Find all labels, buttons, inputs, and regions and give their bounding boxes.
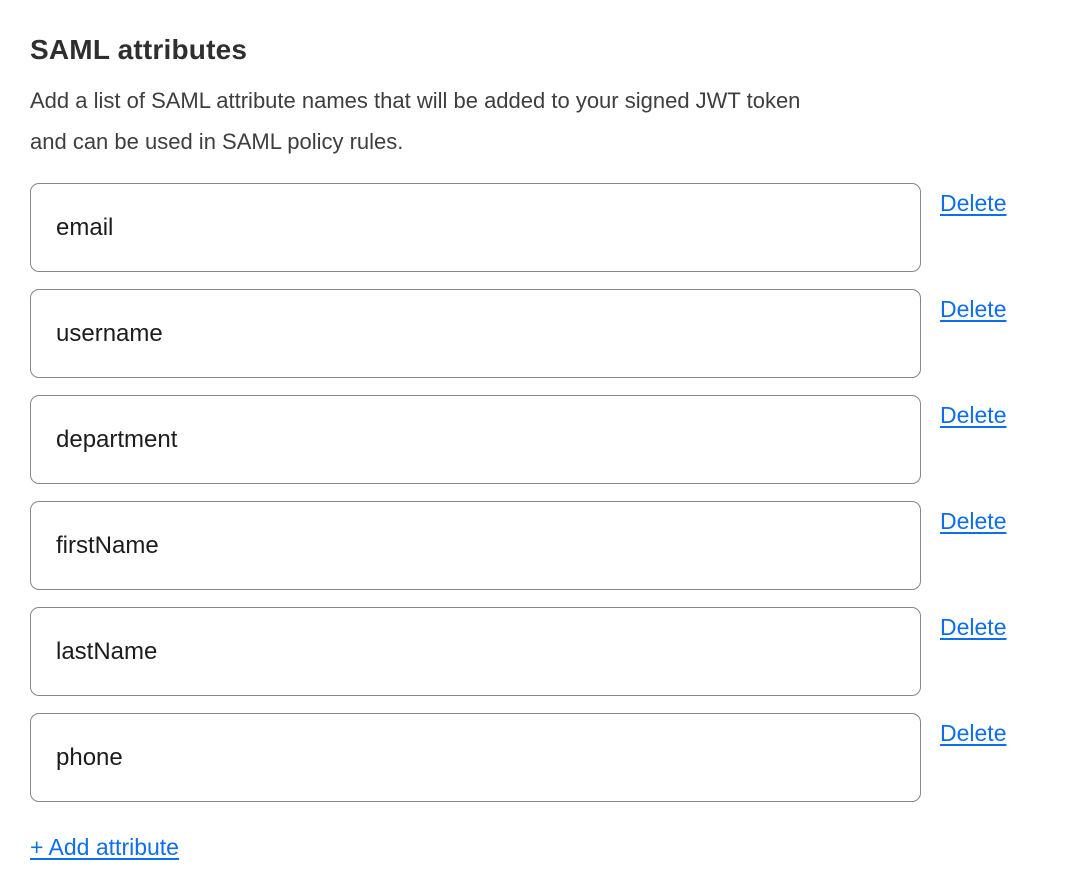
delete-attribute-link[interactable]: Delete — [940, 401, 1006, 429]
section-title: SAML attributes — [30, 33, 1036, 67]
attribute-row: Delete — [30, 501, 1036, 590]
delete-attribute-link[interactable]: Delete — [940, 507, 1006, 535]
attribute-input-lastname[interactable] — [30, 607, 921, 696]
attribute-input-firstname[interactable] — [30, 501, 921, 590]
section-description-line-2: and can be used in SAML policy rules. — [30, 129, 403, 154]
delete-attribute-link[interactable]: Delete — [940, 613, 1006, 641]
delete-attribute-link[interactable]: Delete — [940, 295, 1006, 323]
saml-attributes-section: SAML attributes Add a list of SAML attri… — [0, 0, 1066, 862]
attribute-row: Delete — [30, 395, 1036, 484]
delete-attribute-link[interactable]: Delete — [940, 189, 1006, 217]
delete-attribute-link[interactable]: Delete — [940, 719, 1006, 747]
attribute-input-department[interactable] — [30, 395, 921, 484]
section-description-line-1: Add a list of SAML attribute names that … — [30, 88, 800, 113]
attribute-input-phone[interactable] — [30, 713, 921, 802]
section-description: Add a list of SAML attribute names that … — [30, 80, 1036, 162]
add-attribute-link[interactable]: + Add attribute — [30, 832, 179, 862]
attribute-row: Delete — [30, 183, 1036, 272]
attribute-row: Delete — [30, 607, 1036, 696]
attribute-row: Delete — [30, 713, 1036, 802]
attribute-input-username[interactable] — [30, 289, 921, 378]
attribute-input-email[interactable] — [30, 183, 921, 272]
attribute-row: Delete — [30, 289, 1036, 378]
